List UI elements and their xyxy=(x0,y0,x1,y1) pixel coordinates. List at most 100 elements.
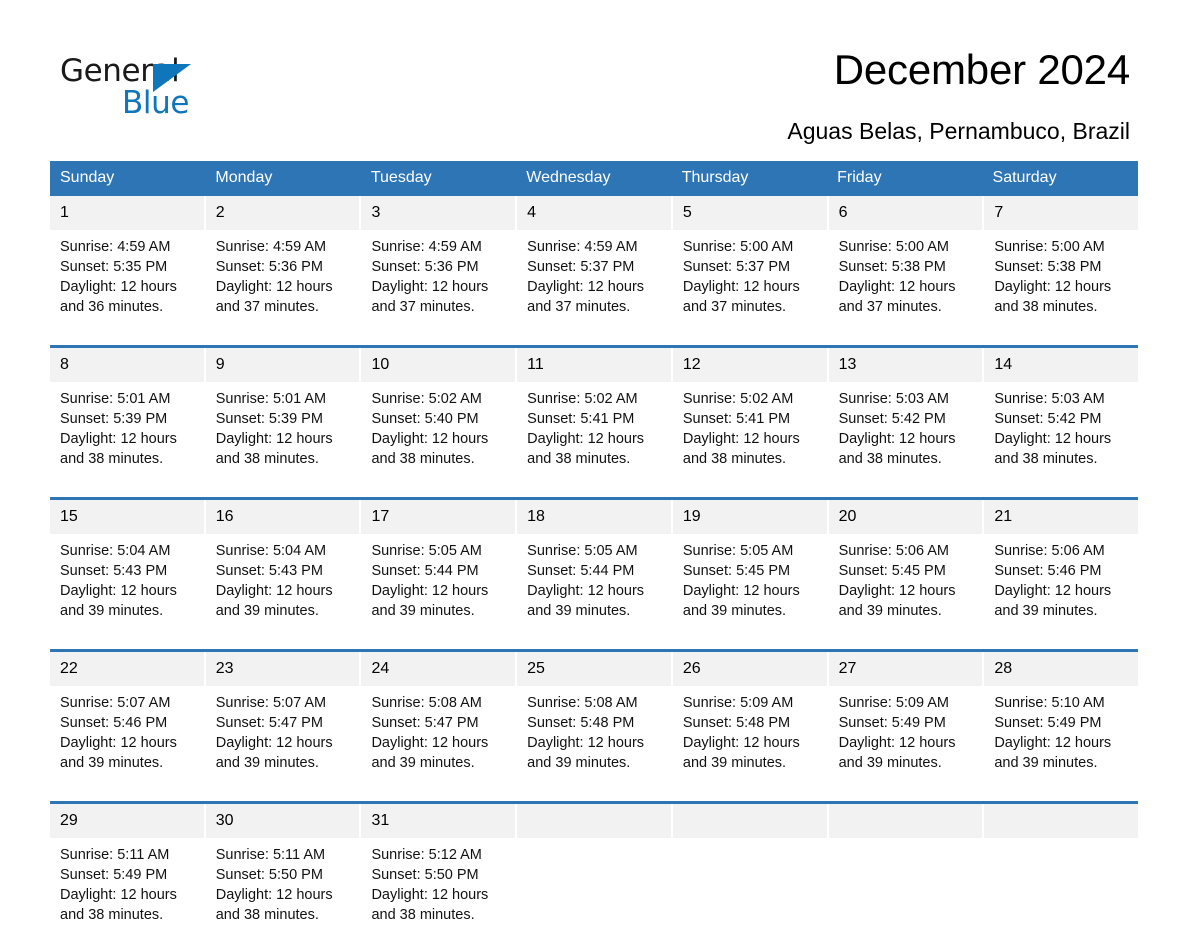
sunset-text: Sunset: 5:46 PM xyxy=(994,563,1102,579)
calendar-day-cell[interactable]: 27 Sunrise: 5:09 AM Sunset: 5:49 PM Dayligh… xyxy=(828,652,985,783)
calendar-day-cell[interactable]: 12 Sunrise: 5:02 AM Sunset: 5:41 PM Dayligh… xyxy=(672,348,829,479)
calendar-day-cell[interactable]: 18 Sunrise: 5:05 AM Sunset: 5:44 PM Dayligh… xyxy=(517,500,673,631)
weekday-header-wednesday: Wednesday xyxy=(526,169,611,186)
day-details: Sunrise: 5:11 AM Sunset: 5:50 PM Daylight:… xyxy=(206,838,360,935)
calendar-week-row: 8 Sunrise: 5:01 AM Sunset: 5:39 PM Daylight… xyxy=(50,345,1139,479)
day-number: 24 xyxy=(361,652,516,686)
sunset-text: Sunset: 5:45 PM xyxy=(682,563,791,579)
daylight-text-line2: and 39 minutes. xyxy=(527,603,631,619)
daylight-text-line1: Daylight: 12 hours xyxy=(994,279,1112,295)
day-number: 14 xyxy=(984,348,1139,382)
calendar-day-cell[interactable]: 5 Sunrise: 5:00 AM Sunset: 5:37 PM Daylight… xyxy=(672,196,829,327)
calendar-day-cell[interactable]: 13 Sunrise: 5:03 AM Sunset: 5:42 PM Dayligh… xyxy=(828,348,985,479)
day-details: Sunrise: 5:08 AM Sunset: 5:47 PM Daylight:… xyxy=(361,686,515,783)
daylight-text-line2: and 39 minutes. xyxy=(682,603,787,619)
day-details: Sunrise: 5:05 AM Sunset: 5:45 PM Daylight:… xyxy=(673,534,827,631)
day-number: 11 xyxy=(517,348,671,382)
sunset-text: Sunset: 5:47 PM xyxy=(371,715,479,731)
sunrise-text: Sunrise: 5:09 AM xyxy=(682,695,794,711)
sunrise-text: Sunrise: 4:59 AM xyxy=(371,239,482,255)
sunrise-text: Sunrise: 4:59 AM xyxy=(527,239,638,255)
day-number: 12 xyxy=(672,348,827,382)
calendar-day-cell[interactable]: 29 Sunrise: 5:11 AM Sunset: 5:49 PM Dayligh… xyxy=(50,804,206,935)
daylight-text-line2: and 39 minutes. xyxy=(215,603,319,619)
daylight-text-line2: and 37 minutes. xyxy=(838,299,942,315)
sunset-text: Sunset: 5:48 PM xyxy=(682,715,791,731)
calendar-day-cell[interactable]: 31 Sunrise: 5:12 AM Sunset: 5:50 PM Dayligh… xyxy=(361,804,518,935)
sunset-text: Sunset: 5:39 PM xyxy=(60,411,168,427)
sunrise-text: Sunrise: 5:05 AM xyxy=(527,543,638,559)
calendar-day-cell[interactable]: 24 Sunrise: 5:08 AM Sunset: 5:47 PM Dayligh… xyxy=(361,652,518,783)
calendar-day-cell[interactable]: 28 Sunrise: 5:10 AM Sunset: 5:49 PM Dayligh… xyxy=(984,652,1139,783)
sunrise-text: Sunrise: 5:08 AM xyxy=(527,695,638,711)
weekday-header-friday: Friday xyxy=(837,169,882,186)
daylight-text-line2: and 37 minutes. xyxy=(215,299,319,315)
day-number: 15 xyxy=(50,500,204,534)
calendar-day-cell[interactable]: 8 Sunrise: 5:01 AM Sunset: 5:39 PM Daylight… xyxy=(50,348,206,479)
sunset-text: Sunset: 5:48 PM xyxy=(527,715,635,731)
daylight-text-line2: and 39 minutes. xyxy=(371,603,475,619)
day-details: Sunrise: 4:59 AM Sunset: 5:37 PM Daylight:… xyxy=(517,230,671,327)
day-number: 7 xyxy=(984,196,1139,230)
calendar-day-cell[interactable]: 2 Sunrise: 4:59 AM Sunset: 5:36 PM Daylight… xyxy=(205,196,362,327)
daylight-text-line1: Daylight: 12 hours xyxy=(371,431,489,447)
calendar-day-cell[interactable]: 3 Sunrise: 4:59 AM Sunset: 5:36 PM Daylight… xyxy=(361,196,518,327)
sunrise-text: Sunrise: 5:11 AM xyxy=(215,847,326,863)
day-number: 5 xyxy=(672,196,827,230)
daylight-text-line2: and 39 minutes. xyxy=(60,755,164,771)
day-details: Sunrise: 5:11 AM Sunset: 5:49 PM Daylight:… xyxy=(50,838,204,935)
daylight-text-line2: and 38 minutes. xyxy=(527,451,631,467)
calendar-day-cell[interactable]: 9 Sunrise: 5:01 AM Sunset: 5:39 PM Daylight… xyxy=(205,348,362,479)
calendar-table: Sunday Monday Tuesday Wednesday Thursday… xyxy=(50,161,1139,935)
calendar-day-cell[interactable]: 19 Sunrise: 5:05 AM Sunset: 5:45 PM Dayligh… xyxy=(672,500,829,631)
sunset-text: Sunset: 5:36 PM xyxy=(215,259,323,275)
calendar-day-cell[interactable]: 14 Sunrise: 5:03 AM Sunset: 5:42 PM Dayligh… xyxy=(984,348,1139,479)
general-blue-logo[interactable]: General Blue xyxy=(50,48,250,119)
calendar-day-cell-empty xyxy=(828,804,985,935)
sunrise-text: Sunrise: 5:02 AM xyxy=(527,391,638,407)
daylight-text-line1: Daylight: 12 hours xyxy=(371,735,489,751)
calendar-day-cell[interactable]: 26 Sunrise: 5:09 AM Sunset: 5:48 PM Dayligh… xyxy=(672,652,829,783)
weekday-header-row: Sunday Monday Tuesday Wednesday Thursday… xyxy=(50,161,1138,196)
title-block: December 2024 xyxy=(834,47,1138,92)
daylight-text-line2: and 38 minutes. xyxy=(215,451,319,467)
day-details: Sunrise: 5:05 AM Sunset: 5:44 PM Daylight:… xyxy=(517,534,671,631)
calendar-day-cell[interactable]: 4 Sunrise: 4:59 AM Sunset: 5:37 PM Daylight… xyxy=(517,196,673,327)
calendar-day-cell[interactable]: 17 Sunrise: 5:05 AM Sunset: 5:44 PM Dayligh… xyxy=(361,500,518,631)
calendar-day-cell[interactable]: 20 Sunrise: 5:06 AM Sunset: 5:45 PM Dayligh… xyxy=(828,500,985,631)
calendar-day-cell[interactable]: 16 Sunrise: 5:04 AM Sunset: 5:43 PM Dayligh… xyxy=(205,500,362,631)
calendar-day-cell[interactable]: 1 Sunrise: 4:59 AM Sunset: 5:35 PM Daylight… xyxy=(50,196,206,327)
sunset-text: Sunset: 5:41 PM xyxy=(682,411,791,427)
sunset-text: Sunset: 5:49 PM xyxy=(60,867,168,883)
calendar-day-cell[interactable]: 15 Sunrise: 5:04 AM Sunset: 5:43 PM Dayligh… xyxy=(50,500,206,631)
calendar-day-cell[interactable]: 25 Sunrise: 5:08 AM Sunset: 5:48 PM Dayligh… xyxy=(517,652,673,783)
sunrise-text: Sunrise: 5:00 AM xyxy=(994,239,1105,255)
sunset-text: Sunset: 5:49 PM xyxy=(838,715,946,731)
daylight-text-line2: and 39 minutes. xyxy=(994,603,1098,619)
calendar-day-cell[interactable]: 11 Sunrise: 5:02 AM Sunset: 5:41 PM Dayligh… xyxy=(517,348,673,479)
calendar-weeks: 1 Sunrise: 4:59 AM Sunset: 5:35 PM Daylight… xyxy=(50,196,1139,935)
daylight-text-line2: and 37 minutes. xyxy=(371,299,475,315)
sunset-text: Sunset: 5:45 PM xyxy=(838,563,946,579)
sunrise-text: Sunrise: 5:09 AM xyxy=(838,695,950,711)
day-details: Sunrise: 5:12 AM Sunset: 5:50 PM Daylight:… xyxy=(361,838,515,935)
day-number xyxy=(517,804,671,838)
calendar-day-cell[interactable]: 10 Sunrise: 5:02 AM Sunset: 5:40 PM Dayligh… xyxy=(361,348,518,479)
calendar-day-cell-empty xyxy=(672,804,829,935)
daylight-text-line1: Daylight: 12 hours xyxy=(682,279,800,295)
sunrise-text: Sunrise: 5:11 AM xyxy=(60,847,170,863)
calendar-day-cell[interactable]: 23 Sunrise: 5:07 AM Sunset: 5:47 PM Dayligh… xyxy=(205,652,362,783)
day-details: Sunrise: 5:00 AM Sunset: 5:38 PM Daylight:… xyxy=(984,230,1138,327)
day-number: 8 xyxy=(50,348,204,382)
calendar-day-cell[interactable]: 7 Sunrise: 5:00 AM Sunset: 5:38 PM Daylight… xyxy=(984,196,1139,327)
calendar-day-cell[interactable]: 6 Sunrise: 5:00 AM Sunset: 5:38 PM Daylight… xyxy=(828,196,985,327)
calendar-day-cell[interactable]: 30 Sunrise: 5:11 AM Sunset: 5:50 PM Dayligh… xyxy=(205,804,362,935)
weekday-header-saturday: Saturday xyxy=(992,169,1057,186)
daylight-text-line2: and 39 minutes. xyxy=(838,755,942,771)
calendar-day-cell[interactable]: 22 Sunrise: 5:07 AM Sunset: 5:46 PM Dayligh… xyxy=(50,652,206,783)
daylight-text-line1: Daylight: 12 hours xyxy=(527,735,645,751)
calendar-week-row: 29 Sunrise: 5:11 AM Sunset: 5:49 PM Dayligh… xyxy=(50,801,1139,935)
daylight-text-line2: and 39 minutes. xyxy=(838,603,942,619)
calendar-day-cell[interactable]: 21 Sunrise: 5:06 AM Sunset: 5:46 PM Dayligh… xyxy=(984,500,1139,631)
sunset-text: Sunset: 5:46 PM xyxy=(60,715,168,731)
